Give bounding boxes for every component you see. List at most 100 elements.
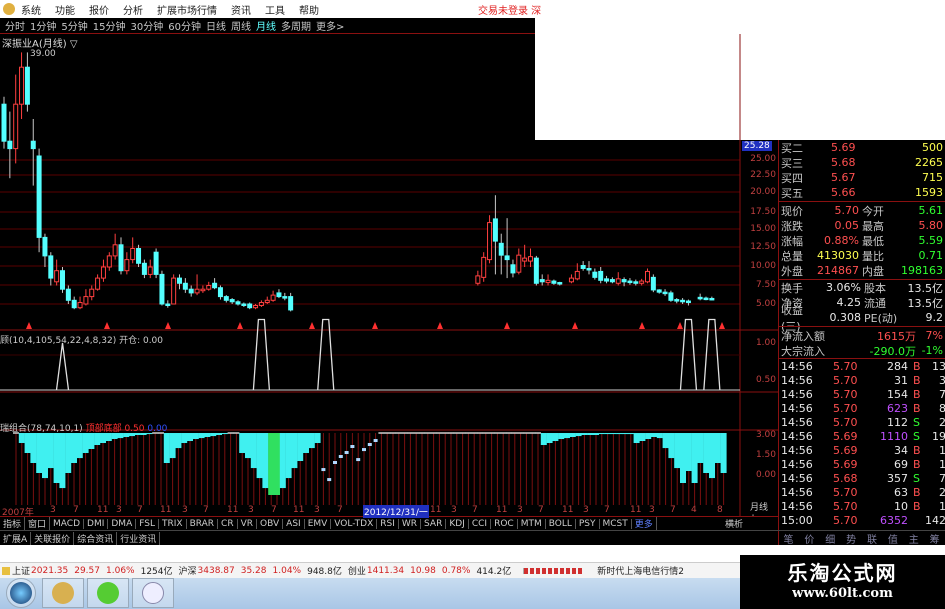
- tick-count: 1: [939, 444, 945, 457]
- indicator-more-button[interactable]: 更多: [632, 517, 657, 530]
- bid-price: 5.67: [831, 171, 856, 184]
- candle-down: [36, 155, 42, 238]
- taskbar-app-paint[interactable]: [132, 578, 174, 608]
- indicator-tab-窗口[interactable]: 窗口: [25, 517, 51, 530]
- fund-label: PE(动): [864, 311, 898, 325]
- event-marker-icon: [719, 322, 725, 329]
- period-label[interactable]: 月线: [740, 500, 778, 513]
- tick-count: 19: [932, 430, 945, 443]
- candle-up: [147, 266, 153, 275]
- tick-price: 5.70: [833, 374, 858, 387]
- candle-up: [545, 279, 551, 284]
- indicator-tab-roc[interactable]: ROC: [491, 518, 518, 529]
- index-value: 414.2亿: [476, 567, 512, 577]
- time-axis-label: 11: [430, 505, 442, 515]
- market-status-bar: 上证 2021.35 29.57 1.06% 1254亿 沪深 3438.87 35.28 1.…: [0, 562, 740, 578]
- indicator-tab-boll[interactable]: BOLL: [546, 518, 576, 529]
- index-name[interactable]: 沪深: [179, 564, 197, 577]
- time-axis-label: 3: [649, 505, 655, 515]
- taskbar-app-browser[interactable]: [87, 578, 129, 608]
- stat-value: 0.05: [834, 219, 860, 232]
- pane1-label[interactable]: 顾(10,4,105,54,22,4,8,32) 开仓: 0.00: [0, 333, 163, 346]
- indicator-bar: [181, 433, 188, 444]
- indicator-tab-sar[interactable]: SAR: [421, 518, 447, 529]
- indicator-bar: [685, 433, 692, 472]
- extension-tab[interactable]: 扩展A: [0, 531, 32, 545]
- index-name[interactable]: 创业: [348, 564, 366, 577]
- tick-volume: 1110: [880, 430, 908, 443]
- index-name[interactable]: 上证: [12, 564, 30, 577]
- candle-up: [206, 285, 212, 290]
- time-axis-label: 3: [583, 505, 589, 515]
- indicator-tab-vr[interactable]: VR: [238, 518, 258, 529]
- indicator-bar: [575, 433, 582, 437]
- indicator-bar: [720, 433, 727, 474]
- indicator-tab-wr[interactable]: WR: [399, 518, 422, 529]
- indicator-tab-brar[interactable]: BRAR: [187, 518, 219, 529]
- horizontal-analysis-button[interactable]: 横析: [722, 517, 746, 530]
- indicator-bar: [30, 433, 37, 464]
- indicator-bar: [100, 433, 106, 444]
- indicator-tab-macd[interactable]: MACD: [50, 518, 85, 529]
- indicator-tab-vol-tdx[interactable]: VOL-TDX: [331, 518, 378, 529]
- indicator-tab-cci[interactable]: CCI: [469, 518, 492, 529]
- indicator-tab-obv[interactable]: OBV: [257, 518, 284, 529]
- pane2-label[interactable]: 瑞组合(78,74,10,1) 顶部底部 0.50 0.00: [0, 421, 167, 434]
- indicator-dot: [333, 461, 337, 465]
- indicator-tab-emv[interactable]: EMV: [305, 518, 332, 529]
- indicator-tab-psy[interactable]: PSY: [576, 518, 600, 529]
- candle-down: [48, 255, 54, 279]
- indicator-bar: [82, 433, 89, 454]
- indicator-bar: [105, 433, 112, 442]
- tick-row: 14:56 5.70 10 B 1: [781, 500, 945, 514]
- candle-down: [177, 277, 182, 284]
- data-feed-name[interactable]: 新时代上海电信行情2: [597, 564, 684, 577]
- candle-down: [627, 280, 633, 284]
- indicator-tab-mcst[interactable]: MCST: [600, 518, 632, 529]
- candle-down: [136, 248, 142, 264]
- extension-tab[interactable]: 关联报价: [31, 531, 75, 545]
- indicator-bar: [175, 433, 182, 449]
- indicator-tab-dma[interactable]: DMA: [108, 518, 137, 529]
- quote-tab[interactable]: 价: [804, 531, 814, 546]
- extension-tab[interactable]: 综合资讯: [74, 531, 118, 545]
- event-marker-icon: [372, 322, 378, 329]
- bid-volume: 500: [922, 141, 943, 154]
- stat-value: 5.70: [834, 204, 860, 217]
- indicator-tab-kdj[interactable]: KDJ: [446, 518, 469, 529]
- bid-row: 买四 5.67 715: [781, 170, 943, 185]
- event-marker-icon: [639, 322, 645, 329]
- quote-tab[interactable]: 势: [846, 531, 856, 546]
- quote-tab[interactable]: 细: [825, 531, 835, 546]
- indicator-tab-trix[interactable]: TRIX: [159, 518, 187, 529]
- tick-volume: 34: [894, 444, 908, 457]
- candle-up: [253, 304, 259, 309]
- candle-up: [645, 270, 650, 283]
- indicator-tab-asi[interactable]: ASI: [283, 518, 305, 529]
- period-control: 月线 + -: [740, 500, 778, 523]
- fund-label: 换手: [781, 281, 803, 295]
- quote-tab[interactable]: 笔: [783, 531, 793, 546]
- watermark: 乐淘公式网 www.60lt.com: [740, 555, 945, 609]
- tick-side: B: [913, 402, 921, 415]
- indicator-tab-cr[interactable]: CR: [218, 518, 238, 529]
- chart-title[interactable]: 深振业A(月线) ▽: [2, 35, 78, 50]
- quote-tab[interactable]: 联: [867, 531, 877, 546]
- start-button[interactable]: [6, 578, 36, 608]
- indicator-bar: [274, 433, 280, 495]
- quote-tab[interactable]: 主: [909, 531, 919, 546]
- indicator-tab-rsi[interactable]: RSI: [377, 518, 399, 529]
- indicator-bar: [239, 433, 246, 454]
- quote-tab[interactable]: 值: [888, 531, 898, 546]
- taskbar-app-stock[interactable]: [42, 578, 84, 608]
- indicator-bar: [546, 433, 553, 444]
- indicator-tab-dmi[interactable]: DMI: [84, 518, 109, 529]
- tick-side: B: [913, 374, 921, 387]
- tick-volume: 63: [894, 486, 908, 499]
- indicator-tab-mtm[interactable]: MTM: [518, 518, 546, 529]
- indicator-bar: [245, 433, 251, 459]
- indicator-tab-指标[interactable]: 指标: [0, 517, 26, 530]
- extension-tab[interactable]: 行业资讯: [117, 531, 161, 545]
- quote-tab[interactable]: 筹: [930, 531, 940, 546]
- indicator-tab-fsl[interactable]: FSL: [136, 518, 159, 529]
